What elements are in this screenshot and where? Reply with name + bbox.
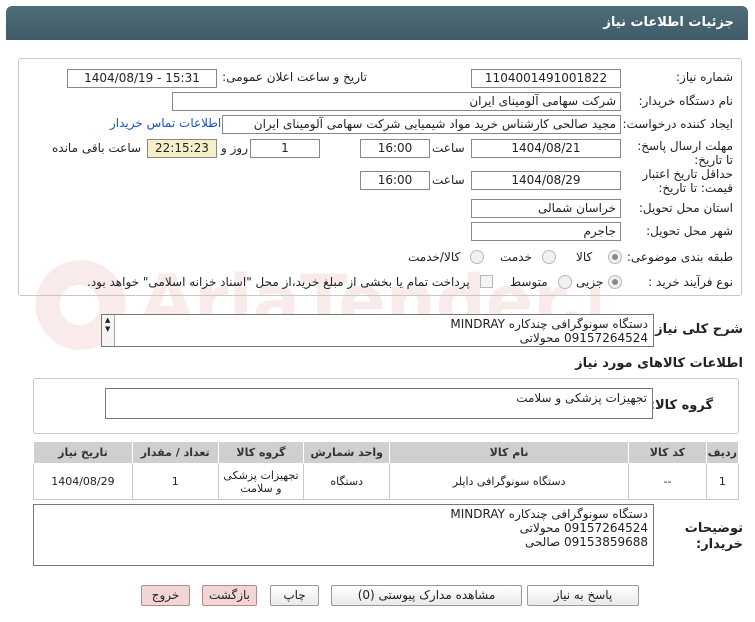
col-date-header: تاریخ نیاز: [33, 441, 133, 464]
remaining-time-label: ساعت باقی مانده: [52, 141, 142, 155]
buyer-contact-link[interactable]: اطلاعات تماس خریدار: [110, 116, 221, 130]
cell-date: 1404/08/29: [33, 463, 133, 500]
days-label: روز و: [221, 141, 248, 155]
cell-code: --: [628, 463, 707, 500]
cell-name: دستگاه سونوگرافی داپلر: [389, 463, 630, 500]
process-medium-radio[interactable]: [558, 275, 572, 289]
process-medium-label: متوسط: [510, 275, 548, 289]
cell-qty: 1: [131, 463, 219, 500]
col-row-header: ردیف: [705, 441, 740, 464]
category-service-label: خدمت: [500, 250, 532, 264]
buyer-field[interactable]: شرکت سهامی آلومینای ایران: [172, 92, 621, 111]
col-code-header: کد کالا: [628, 441, 707, 464]
summary-textarea[interactable]: دستگاه سونوگرافی چندکاره MINDRAY 0915726…: [101, 314, 654, 347]
need-number-field[interactable]: 1104001491001822: [471, 69, 621, 88]
back-button[interactable]: بازگشت: [202, 585, 257, 606]
goods-info-title: اطلاعات کالاهای مورد نیاز: [575, 356, 743, 371]
col-qty-header: تعداد / مقدار: [131, 441, 219, 464]
summary-scrollbar[interactable]: ▲ ▼: [102, 315, 115, 346]
cell-group: تجهیزات پزشکی و سلامت: [217, 463, 305, 500]
city-field[interactable]: جاجرم: [471, 222, 621, 241]
category-goods-label: کالا: [576, 250, 593, 264]
validity-time-field[interactable]: 16:00: [360, 171, 430, 190]
col-unit-header: واحد شمارش: [303, 441, 391, 464]
summary-label: شرح کلی نیاز:: [649, 322, 743, 337]
deadline-time-field[interactable]: 16:00: [360, 139, 430, 158]
goods-group-label: گروه کالا:: [649, 398, 713, 413]
cell-unit: دستگاه: [303, 463, 391, 500]
validity-date-field[interactable]: 1404/08/29: [471, 171, 621, 190]
buyer-notes-textarea[interactable]: دستگاه سونوگرافی چندکاره MINDRAY 0915726…: [33, 504, 654, 566]
treasury-payment-text: پرداخت تمام یا بخشی از مبلغ خرید،از محل …: [87, 275, 470, 289]
reply-button[interactable]: پاسخ به نیاز: [527, 585, 639, 606]
buyer-notes-label: توضیحات خریدار:: [684, 521, 743, 552]
col-name-header: نام کالا: [389, 441, 630, 464]
scroll-down-icon[interactable]: ▼: [105, 325, 110, 333]
col-group-header: گروه کالا: [217, 441, 305, 464]
page-title: جزئیات اطلاعات نیاز: [603, 15, 734, 30]
category-goods-radio[interactable]: [608, 250, 622, 264]
province-field[interactable]: خراسان شمالی: [471, 199, 621, 218]
print-button[interactable]: چاپ: [270, 585, 319, 606]
process-minor-label: جزیی: [576, 275, 604, 289]
need-number-label: شماره نیاز:: [676, 70, 733, 84]
category-service-radio[interactable]: [542, 250, 556, 264]
category-label: طبقه بندی موضوعی:: [626, 250, 733, 264]
process-minor-radio[interactable]: [608, 275, 622, 289]
view-attachments-button[interactable]: مشاهده مدارک پیوستی (0): [331, 585, 522, 606]
remaining-time-field: 22:15:23: [147, 139, 217, 158]
scroll-up-icon[interactable]: ▲: [105, 316, 110, 324]
table-header-row: ردیف کد کالا نام کالا واحد شمارش گروه کا…: [33, 441, 740, 464]
city-label: شهر محل تحویل:: [646, 224, 733, 238]
items-table: ردیف کد کالا نام کالا واحد شمارش گروه کا…: [33, 441, 740, 500]
page-header: جزئیات اطلاعات نیاز: [6, 6, 748, 40]
goods-group-field[interactable]: تجهیزات پزشکی و سلامت: [105, 388, 653, 419]
deadline-date-field[interactable]: 1404/08/21: [471, 139, 621, 158]
deadline-label: مهلت ارسال پاسخ: تا تاریخ:: [637, 139, 733, 167]
cell-row: 1: [705, 463, 740, 500]
days-field[interactable]: 1: [250, 139, 320, 158]
exit-button[interactable]: خروج: [141, 585, 190, 606]
requester-field[interactable]: مجید صالحی کارشناس خرید مواد شیمیایی شرک…: [222, 115, 621, 134]
process-label: نوع فرآیند خرید :: [648, 275, 733, 289]
category-goods-service-radio[interactable]: [470, 250, 484, 264]
announce-datetime-label: تاریخ و ساعت اعلان عمومی:: [222, 70, 367, 84]
requester-label: ایجاد کننده درخواست:: [622, 117, 733, 131]
table-row[interactable]: 1 -- دستگاه سونوگرافی داپلر دستگاه تجهیز…: [33, 463, 740, 500]
validity-time-label: ساعت: [432, 173, 465, 187]
validity-label: حداقل تاریخ اعتبار قیمت: تا تاریخ:: [642, 167, 733, 195]
category-goods-service-label: کالا/خدمت: [408, 250, 461, 264]
deadline-time-label: ساعت: [432, 141, 465, 155]
buyer-label: نام دستگاه خریدار:: [638, 94, 734, 108]
treasury-payment-checkbox[interactable]: [480, 275, 493, 288]
province-label: استان محل تحویل:: [638, 201, 733, 215]
announce-datetime-field[interactable]: 1404/08/19 - 15:31: [67, 69, 217, 88]
